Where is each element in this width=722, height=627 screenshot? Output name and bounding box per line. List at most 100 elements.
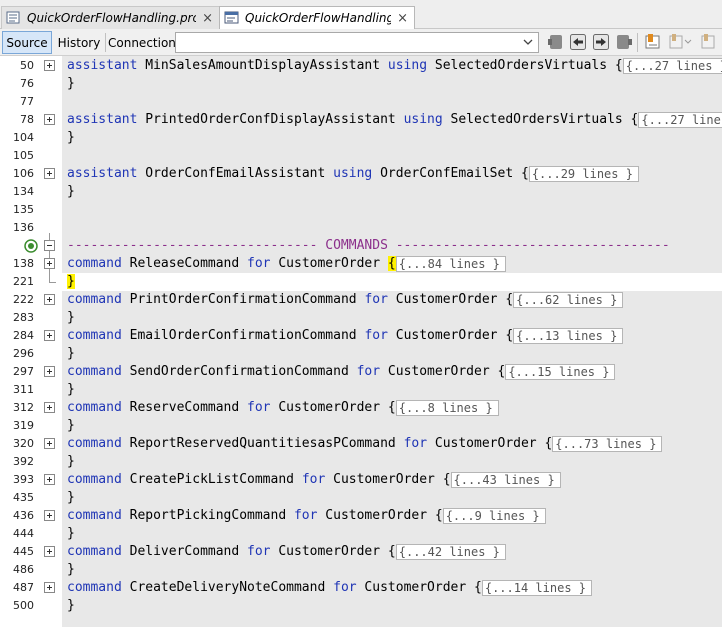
connection-select[interactable] [175, 32, 539, 53]
code-text: } [67, 184, 75, 199]
identifier: ReportPickingCommand [121, 508, 294, 523]
code-line: 435 } [0, 489, 722, 507]
line-number: 135 [13, 203, 34, 216]
editor-toolbar: Source History Connection: [0, 29, 722, 56]
projection-file-icon [6, 11, 22, 25]
forward-arrow-icon[interactable] [592, 33, 610, 51]
fold-placeholder[interactable]: {...14 lines } [481, 580, 592, 596]
chevron-down-icon[interactable] [521, 34, 535, 51]
expand-fold-icon[interactable] [44, 168, 55, 179]
matched-brace: } [67, 274, 75, 289]
code-line: 76 } [0, 75, 722, 93]
code-text: } [67, 382, 75, 397]
identifier: DeliverCommand [121, 544, 248, 559]
comment: COMMANDS [317, 238, 396, 253]
previous-bookmark-icon[interactable] [668, 33, 692, 51]
brace: { [387, 544, 396, 559]
line-number: 445 [13, 545, 34, 558]
fold-placeholder[interactable]: {...42 lines } [395, 544, 506, 560]
gear-back-icon[interactable] [547, 33, 565, 51]
close-tab-client-icon[interactable]: × [397, 11, 408, 26]
identifier: OrderConfEmailSet [372, 166, 521, 181]
keyword: for [247, 256, 271, 271]
expand-fold-icon[interactable] [44, 582, 55, 593]
keyword: command [67, 292, 122, 307]
history-view-button[interactable]: History [56, 31, 102, 54]
brace: { [434, 508, 443, 523]
keyword: for [364, 328, 388, 343]
code-line: 311 } [0, 381, 722, 399]
keyword: command [67, 580, 122, 595]
fold-placeholder[interactable]: {...27 lines } [638, 112, 722, 128]
fold-placeholder[interactable]: {...62 lines } [513, 292, 624, 308]
expand-fold-icon[interactable] [44, 366, 55, 377]
identifier: MinSalesAmountDisplayAssistant [137, 58, 388, 73]
keyword: using [333, 166, 373, 181]
source-view-button[interactable]: Source [2, 31, 52, 54]
code-line: 105 [0, 147, 722, 165]
gear-forward-icon[interactable] [615, 33, 633, 51]
line-number: 104 [13, 131, 34, 144]
toggle-bookmark-icon[interactable] [644, 33, 662, 51]
back-arrow-icon[interactable] [569, 33, 587, 51]
code-line: 296 } [0, 345, 722, 363]
fold-placeholder[interactable]: {...43 lines } [450, 472, 561, 488]
fold-placeholder[interactable]: {...29 lines } [528, 166, 639, 182]
comment-dashes: ----------------------------------- [395, 238, 670, 253]
code-text: } [67, 346, 75, 361]
fold-placeholder[interactable]: {...13 lines } [513, 328, 624, 344]
identifier: SendOrderConfirmationCommand [121, 364, 357, 379]
brace: { [614, 58, 623, 73]
code-editor[interactable]: 50 assistant MinSalesAmountDisplayAssist… [0, 56, 722, 627]
code-text: command ReleaseCommand for CustomerOrder… [67, 255, 506, 273]
line-number: 487 [13, 581, 34, 594]
keyword: using [387, 58, 428, 73]
next-bookmark-icon[interactable] [700, 33, 718, 51]
expand-fold-icon[interactable] [44, 438, 55, 449]
collapse-fold-icon[interactable] [44, 240, 55, 251]
expand-fold-icon[interactable] [44, 474, 55, 485]
expand-fold-icon[interactable] [44, 546, 55, 557]
brace: { [474, 580, 482, 595]
code-line: 78 assistant PrintedOrderConfDisplayAssi… [0, 111, 722, 129]
keyword: command [67, 364, 122, 379]
identifier: PrintedOrderConfDisplayAssistant [137, 112, 404, 127]
brace: { [442, 472, 451, 487]
expand-fold-icon[interactable] [44, 60, 55, 71]
expand-fold-icon[interactable] [44, 402, 55, 413]
expand-fold-icon[interactable] [44, 294, 55, 305]
run-target-icon[interactable] [24, 239, 38, 253]
line-number: 136 [13, 221, 34, 234]
brace: { [520, 166, 529, 181]
identifier: CustomerOrder [270, 544, 388, 559]
line-number: 221 [13, 275, 34, 288]
code-line: 284 command EmailOrderConfirmationComman… [0, 327, 722, 345]
brace: { [630, 112, 639, 127]
tab-client-file[interactable]: QuickOrderFlowHandling.client × [219, 6, 415, 30]
code-line: 445 command DeliverCommand for CustomerO… [0, 543, 722, 561]
line-number: 77 [20, 95, 34, 108]
keyword: command [67, 400, 122, 415]
fold-placeholder[interactable]: {...84 lines } [395, 256, 506, 272]
identifier: OrderConfEmailAssistant [137, 166, 334, 181]
expand-fold-icon[interactable] [44, 114, 55, 125]
fold-placeholder[interactable]: {...8 lines } [395, 400, 499, 416]
line-number: 283 [13, 311, 34, 324]
code-line: 222 command PrintOrderConfirmationComman… [0, 291, 722, 309]
fold-placeholder[interactable]: {...27 lines } [622, 58, 722, 74]
expand-fold-icon[interactable] [44, 510, 55, 521]
code-line: 500 } [0, 597, 722, 615]
identifier: CustomerOrder [270, 400, 388, 415]
code-text: command ReportReservedQuantitiesasPComma… [67, 435, 663, 453]
code-text: } [67, 76, 75, 91]
code-line: 320 command ReportReservedQuantitiesasPC… [0, 435, 722, 453]
fold-placeholder[interactable]: {...73 lines } [552, 436, 663, 452]
line-number: 222 [13, 293, 34, 306]
close-tab-projection-icon[interactable]: × [202, 11, 213, 26]
fold-placeholder[interactable]: {...9 lines } [442, 508, 546, 524]
tab-projection-file[interactable]: QuickOrderFlowHandling.projection × [1, 6, 220, 29]
expand-fold-icon[interactable] [44, 258, 55, 269]
keyword: for [364, 292, 388, 307]
expand-fold-icon[interactable] [44, 330, 55, 341]
fold-placeholder[interactable]: {...15 lines } [505, 364, 616, 380]
